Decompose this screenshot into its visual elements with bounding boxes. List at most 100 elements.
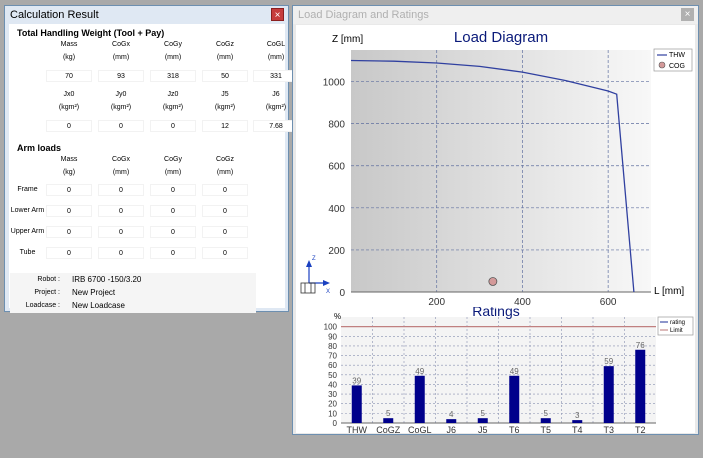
- bar-value-label: 39: [352, 376, 361, 385]
- arm-row-label: Upper Arm: [10, 228, 45, 235]
- y-tick-label: 100: [324, 323, 338, 332]
- close-icon[interactable]: ×: [681, 8, 694, 21]
- calculation-result-titlebar[interactable]: Calculation Result: [5, 6, 288, 24]
- column-unit: (mm): [164, 169, 182, 176]
- value-field: 0: [202, 184, 248, 196]
- category-label: T6: [509, 425, 520, 433]
- value-field: 0: [98, 247, 144, 259]
- category-label: T4: [572, 425, 583, 433]
- rating-bar: [540, 418, 551, 423]
- y-tick-label: 800: [328, 120, 345, 131]
- plot-area: [351, 50, 651, 292]
- column-header: CoGx: [112, 41, 130, 48]
- info-box: Robot : IRB 6700 -150/3.20 Project : New Pr…: [10, 273, 256, 313]
- y-tick-label: 0: [339, 288, 345, 299]
- value-field: 0: [46, 120, 92, 132]
- window-title: Load Diagram and Ratings: [298, 9, 429, 21]
- close-icon[interactable]: ×: [271, 8, 284, 21]
- value-field: 0: [202, 205, 248, 217]
- column-header: CoGx: [112, 156, 130, 163]
- robot-base-icon: [300, 282, 316, 294]
- cog-point: [488, 277, 498, 286]
- column-header: J5: [221, 91, 229, 98]
- value-field: 0: [46, 205, 92, 217]
- category-label: T5: [540, 425, 551, 433]
- y-tick-label: 90: [328, 332, 337, 341]
- column-header: Jx0: [63, 91, 75, 98]
- value-field: 0: [46, 226, 92, 238]
- y-tick-label: 40: [328, 380, 337, 389]
- category-label: J5: [478, 425, 488, 433]
- value-field: 93: [98, 70, 144, 82]
- value-field: 0: [98, 120, 144, 132]
- legend-cog-swatch: [658, 61, 666, 69]
- value-field: 0: [98, 184, 144, 196]
- legend-limit-label: Limit: [670, 328, 683, 334]
- coordinate-axes-icon[interactable]: ZX: [300, 256, 330, 295]
- ratings-chart: 0102030405060708090100 39 THW 5 CoGZ 49 CoGL 4 J…: [324, 307, 694, 433]
- legend-thw-label: THW: [669, 52, 685, 59]
- category-label: T3: [603, 425, 614, 433]
- value-field: 0: [150, 120, 196, 132]
- y-axis-label: Z [mm]: [332, 34, 363, 45]
- column-unit: (kgm²): [214, 104, 236, 111]
- value-field: 0: [150, 226, 196, 238]
- y-tick-label: 30: [328, 390, 337, 399]
- window-title: Calculation Result: [10, 9, 99, 21]
- y-tick-label: 70: [328, 352, 337, 361]
- column-unit: (kgm²): [110, 104, 132, 111]
- rating-bar: [351, 385, 362, 423]
- rating-bar: [414, 375, 425, 423]
- info-label: Loadcase :: [25, 302, 60, 309]
- bar-value-label: 4: [449, 410, 454, 419]
- value-field: 0: [46, 247, 92, 259]
- x-tick-label: 600: [600, 297, 617, 307]
- rating-bar: [635, 349, 646, 423]
- rating-bar: [572, 420, 583, 423]
- charts-panel: 0 200 400 600 800 1000 200 400 600 Load Diagram Z …: [296, 25, 695, 433]
- x-tick-label: 400: [514, 297, 531, 307]
- load-diagram-titlebar[interactable]: Load Diagram and Ratings: [293, 6, 698, 24]
- value-field: 0: [150, 247, 196, 259]
- column-unit: (kgm²): [162, 104, 184, 111]
- y-tick-label: 60: [328, 361, 337, 370]
- info-value: New Loadcase: [72, 301, 125, 310]
- x-tick-label: 200: [428, 297, 445, 307]
- rating-bar: [509, 375, 520, 423]
- column-header: CoGz: [216, 41, 234, 48]
- value-field: 0: [98, 205, 144, 217]
- column-unit: (kg): [62, 54, 76, 61]
- value-field: 12: [202, 120, 248, 132]
- column-header: Mass: [60, 156, 78, 163]
- category-label: CoGZ: [376, 425, 401, 433]
- legend-cog-label: COG: [669, 63, 685, 70]
- category-label: J6: [446, 425, 456, 433]
- category-label: CoGL: [408, 425, 432, 433]
- calculation-result-window: Calculation Result × Total Handling Weig…: [4, 5, 299, 313]
- y-tick-label: 200: [328, 246, 345, 257]
- category-label: THW: [347, 425, 368, 433]
- rating-bar: [446, 419, 457, 423]
- value-field: 70: [46, 70, 92, 82]
- bar-value-label: 76: [636, 341, 645, 350]
- y-tick-label: 600: [328, 162, 345, 173]
- column-header: Jz0: [167, 91, 179, 98]
- x-axis-label: L [mm]: [654, 286, 684, 297]
- column-header: Jy0: [115, 91, 127, 98]
- column-unit: (kg): [62, 169, 76, 176]
- value-field: 0: [150, 184, 196, 196]
- rating-bar: [477, 418, 488, 423]
- info-value: New Project: [72, 288, 116, 297]
- info-label: Robot :: [37, 276, 60, 283]
- value-field: 0: [150, 205, 196, 217]
- column-unit: (mm): [112, 54, 130, 61]
- load-diagram-window: Load Diagram and Ratings × 0 200 400 600 800…: [292, 5, 699, 435]
- bar-value-label: 5: [386, 409, 391, 418]
- value-field: 0: [202, 226, 248, 238]
- y-axis-label: %: [334, 312, 341, 321]
- arm-row-label: Frame: [17, 186, 38, 193]
- y-tick-label: 1000: [323, 78, 346, 89]
- y-tick-label: 50: [328, 371, 337, 380]
- value-field: 0: [46, 184, 92, 196]
- column-unit: (mm): [112, 169, 130, 176]
